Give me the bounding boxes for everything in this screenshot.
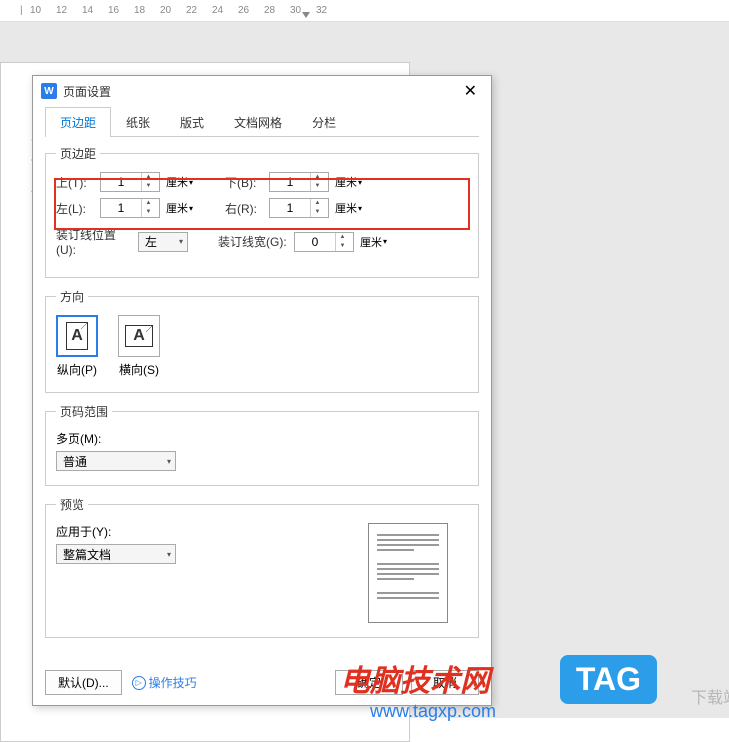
gutter-width-label: 装订线宽(G): [218,233,290,250]
margin-bottom-input[interactable]: ▲▼ [269,172,329,192]
orientation-group: 方向 A 纵向(P) A 横向(S) [45,288,479,393]
spin-down-icon[interactable]: ▼ [142,208,155,217]
portrait-label: 纵向(P) [57,361,97,378]
pages-group: 页码范围 多页(M): 普通 [45,403,479,486]
close-icon[interactable]: ✕ [458,79,483,103]
ruler-mark: 32 [316,5,327,16]
spin-down-icon[interactable]: ▼ [311,182,324,191]
tab-margins[interactable]: 页边距 [45,107,111,137]
tab-columns[interactable]: 分栏 [297,107,351,137]
watermark-tag: TAG [560,655,657,704]
ruler-mark: 14 [82,5,93,16]
tab-grid[interactable]: 文档网格 [219,107,297,137]
margin-left-unit[interactable]: 厘米 [164,199,195,217]
ruler-cursor-icon [302,12,310,18]
tab-layout[interactable]: 版式 [165,107,219,137]
landscape-icon: A [125,325,153,347]
watermark-brand: 电脑技术网 [340,656,490,700]
watermark-url: www.tagxp.com [370,701,496,722]
spin-up-icon[interactable]: ▲ [311,173,324,182]
dialog-title: 页面设置 [63,83,111,100]
spin-down-icon[interactable]: ▼ [142,182,155,191]
dialog-titlebar: W 页面设置 ✕ [33,76,491,106]
margins-legend: 页边距 [56,145,100,162]
spin-up-icon[interactable]: ▲ [142,199,155,208]
margin-bottom-unit[interactable]: 厘米 [333,173,364,191]
apply-to-label: 应用于(Y): [56,523,176,540]
ruler-mark: 26 [238,5,249,16]
margin-top-label: 上(T): [56,174,96,191]
margin-left-label: 左(L): [56,200,96,217]
preview-group: 预览 应用于(Y): 整篇文档 [45,496,479,638]
ruler-mark: 20 [160,5,171,16]
apply-to-select[interactable]: 整篇文档 [56,544,176,564]
landscape-label: 横向(S) [119,361,159,378]
spin-up-icon[interactable]: ▲ [336,233,349,242]
gutter-width-input[interactable]: ▲▼ [294,232,354,252]
ruler-mark: 12 [56,5,67,16]
margins-group: 页边距 上(T): ▲▼ 厘米 下(B): [45,145,479,278]
app-icon: W [41,83,57,99]
orientation-legend: 方向 [56,288,88,305]
multi-page-select[interactable]: 普通 [56,451,176,471]
ruler-mark: 28 [264,5,275,16]
gutter-pos-label: 装订线位置(U): [56,226,134,257]
portrait-icon: A [66,322,88,350]
margin-right-label: 右(R): [225,200,265,217]
spin-up-icon[interactable]: ▲ [311,199,324,208]
margin-left-input[interactable]: ▲▼ [100,198,160,218]
page-preview-icon [368,523,448,623]
tab-paper[interactable]: 纸张 [111,107,165,137]
ruler-mark: 16 [108,5,119,16]
spin-down-icon[interactable]: ▼ [336,242,349,251]
margin-top-unit[interactable]: 厘米 [164,173,195,191]
orientation-portrait[interactable]: A 纵向(P) [56,315,98,378]
preview-legend: 预览 [56,496,88,513]
ruler-mark: 18 [134,5,145,16]
dialog-tabs: 页边距 纸张 版式 文档网格 分栏 [45,106,479,137]
margin-right-input[interactable]: ▲▼ [269,198,329,218]
pages-legend: 页码范围 [56,403,112,420]
watermark-site: 下载站 [691,684,729,708]
ruler-mark: 24 [212,5,223,16]
default-button[interactable]: 默认(D)... [45,670,122,695]
play-icon: ▷ [132,676,146,690]
ruler-mark: 30 [290,5,301,16]
margin-right-unit[interactable]: 厘米 [333,199,364,217]
page-setup-dialog: W 页面设置 ✕ 页边距 纸张 版式 文档网格 分栏 页边距 上(T): ▲▼ [32,75,492,706]
gutter-pos-select[interactable]: 左 [138,232,188,252]
spin-down-icon[interactable]: ▼ [311,208,324,217]
multi-page-label: 多页(M): [56,430,468,447]
spin-up-icon[interactable]: ▲ [142,173,155,182]
gutter-width-unit[interactable]: 厘米 [358,233,389,251]
ruler-mark: 10 [30,5,41,16]
tips-link[interactable]: ▷ 操作技巧 [132,674,197,691]
ruler: | 10 12 14 16 18 20 22 24 26 28 30 32 [0,0,729,22]
margin-bottom-label: 下(B): [225,174,265,191]
ruler-mark: 22 [186,5,197,16]
orientation-landscape[interactable]: A 横向(S) [118,315,160,378]
margin-top-input[interactable]: ▲▼ [100,172,160,192]
